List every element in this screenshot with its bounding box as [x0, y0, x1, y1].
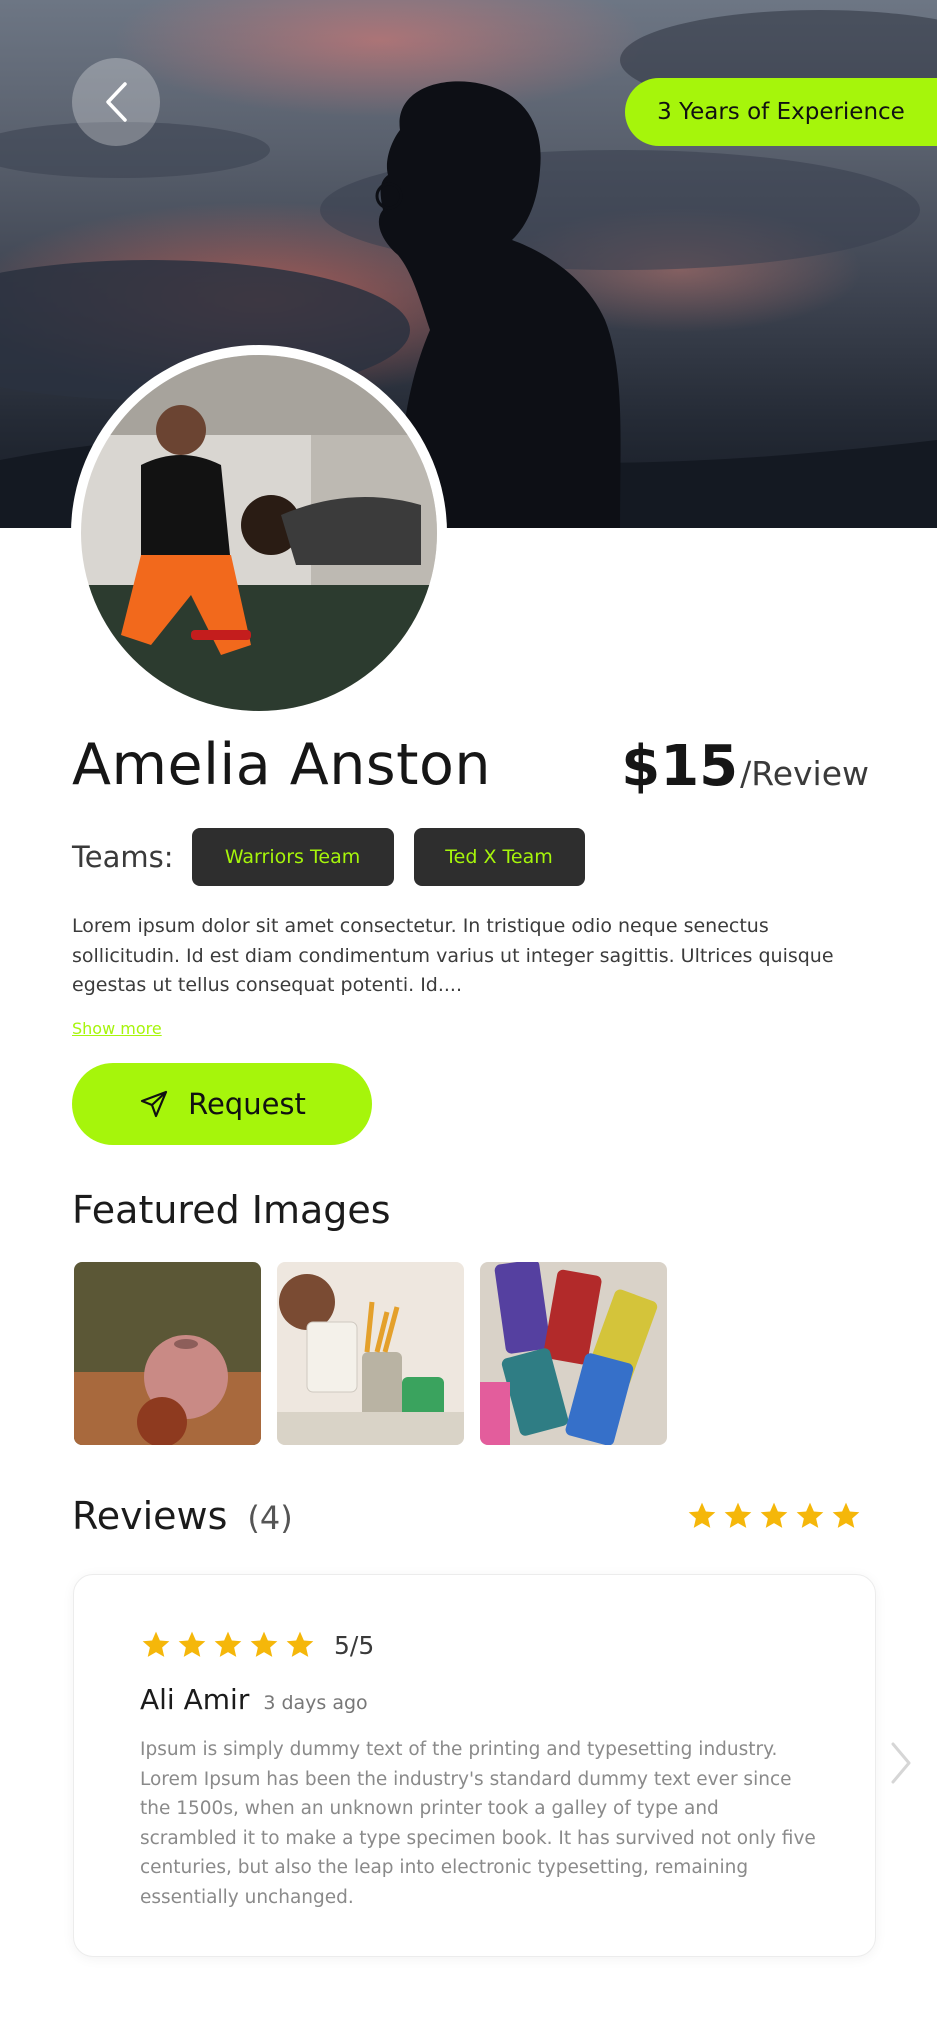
review-card: 5/5 Ali Amir 3 days ago Ipsum is simply …: [73, 1574, 876, 1957]
price: $15 /Review: [621, 734, 869, 799]
price-amount: $15: [621, 734, 739, 799]
reviews-count: (4): [247, 1499, 293, 1537]
chevron-left-icon: [103, 80, 129, 124]
star-icon: [284, 1629, 316, 1661]
team-chip-warriors[interactable]: Warriors Team: [191, 828, 394, 886]
review-text: Ipsum is simply dummy text of the printi…: [140, 1739, 816, 1908]
overall-rating: [682, 1500, 862, 1532]
avatar: [71, 345, 447, 721]
reviews-title: Reviews: [72, 1494, 228, 1538]
back-button[interactable]: [72, 58, 160, 146]
reviewer-name: Ali Amir: [140, 1683, 250, 1716]
show-more-link[interactable]: Show more: [72, 1019, 162, 1038]
star-icon: [722, 1500, 754, 1532]
star-icon: [248, 1629, 280, 1661]
profile-bio: Lorem ipsum dolor sit amet consectetur. …: [72, 915, 834, 996]
star-icon: [140, 1629, 172, 1661]
next-review-button[interactable]: [888, 1740, 914, 1786]
star-icon: [794, 1500, 826, 1532]
featured-image[interactable]: [277, 1262, 464, 1445]
star-icon: [176, 1629, 208, 1661]
teams-label: Teams:: [72, 840, 174, 874]
star-icon: [830, 1500, 862, 1532]
review-rating: 5/5: [140, 1629, 374, 1661]
chevron-right-icon: [888, 1740, 914, 1786]
request-button[interactable]: Request: [72, 1063, 372, 1145]
featured-images-title: Featured Images: [72, 1188, 391, 1232]
featured-image[interactable]: [480, 1262, 667, 1445]
reviews-header: Reviews (4): [72, 1494, 293, 1538]
star-icon: [758, 1500, 790, 1532]
team-chip-tedx[interactable]: Ted X Team: [413, 828, 585, 886]
request-label: Request: [188, 1087, 306, 1121]
review-time: 3 days ago: [263, 1692, 368, 1714]
featured-images-list: [74, 1262, 683, 1445]
experience-badge: 3 Years of Experience: [625, 78, 937, 146]
featured-image[interactable]: [74, 1262, 261, 1445]
star-icon: [686, 1500, 718, 1532]
avatar-photo: [81, 355, 437, 711]
star-icon: [212, 1629, 244, 1661]
price-unit: /Review: [740, 754, 869, 793]
teams-row: Teams: Warriors Team Ted X Team: [72, 828, 605, 886]
send-icon: [138, 1088, 170, 1120]
reviewer: Ali Amir 3 days ago: [140, 1683, 368, 1716]
review-score: 5/5: [334, 1630, 375, 1660]
profile-name: Amelia Anston: [72, 732, 491, 798]
